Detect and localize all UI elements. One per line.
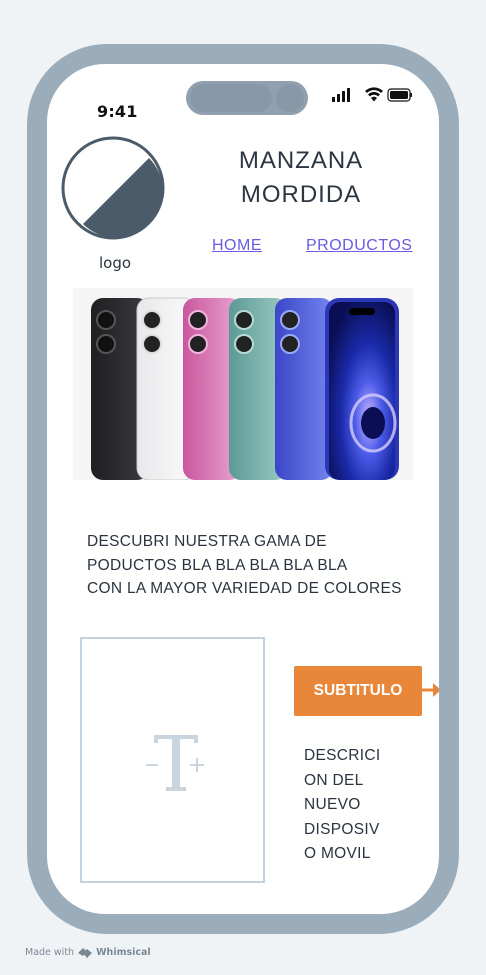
island-camera [276,84,304,112]
wifi-icon [365,87,383,102]
dynamic-island [186,81,308,115]
island-pill [190,84,272,112]
logo-icon [61,136,165,240]
image-placeholder [80,637,265,883]
iphone-lineup-image [91,297,399,480]
phone-front-screen [325,298,399,480]
device-description-line: ON DEL [304,771,364,789]
brand-line-2: MORDIDA [240,181,362,208]
description-line-2: PODUCTOS BLA BLA BLA BLA BLA [87,556,348,574]
made-with-label: Made with [25,947,75,958]
hero-image [73,288,413,480]
subtitle-button[interactable]: SUBTITULO [294,666,422,716]
description-line-3: CON LA MAYOR VARIEDAD DE COLORES [87,580,402,597]
phone-blue [275,298,333,480]
device-description-line: NUEVO [304,796,361,813]
whimsical-brand: Whimsical [96,947,151,958]
description-line-1: DESCUBRI NUESTRA GAMA DE [87,533,327,550]
made-with-footer[interactable]: Made with Whimsical [25,947,151,958]
nav-link-products[interactable]: PRODUCTOS [306,237,412,255]
brand-title: MANZANA MORDIDA [217,144,385,212]
logo-label: logo [98,254,132,272]
device-description: DESCRICI ON DEL NUEVO DISPOSIV O MOVIL [304,744,394,867]
device-description-line: DESCRICI [304,747,381,764]
whimsical-logo-icon [78,947,93,958]
phone-frame: 9:41 logo MANZANA MORDIDA HOME PRODUCTOS… [27,44,459,934]
brand-line-1: MANZANA [238,147,364,174]
phone-screen: 9:41 logo MANZANA MORDIDA HOME PRODUCTOS… [47,64,439,914]
device-description-line: DISPOSIV [304,820,380,838]
product-description: DESCUBRI NUESTRA GAMA DE PODUCTOS BLA BL… [87,530,407,601]
status-icons [332,87,412,102]
device-description-line: O MOVIL [304,845,371,862]
nav-link-home[interactable]: HOME [212,237,262,255]
arrow-right-icon [422,683,439,697]
signal-icon [332,88,350,102]
battery-icon [387,88,412,102]
text-placeholder-icon [146,735,204,791]
status-time: 9:41 [97,102,138,121]
